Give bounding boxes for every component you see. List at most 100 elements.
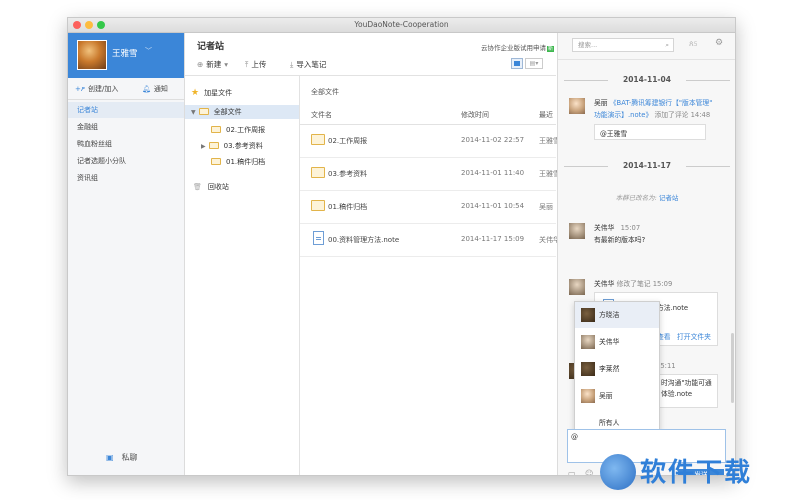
plus-circle-icon: ⊕: [197, 60, 204, 69]
tree-all-files[interactable]: ▼ 全部文件: [185, 105, 299, 119]
tree-folder[interactable]: ▶ 03.参考资料: [201, 139, 263, 153]
column-last[interactable]: 最近: [539, 110, 553, 120]
mention-option[interactable]: 李莱然: [575, 356, 659, 382]
sidebar-item-group[interactable]: 记者选题小分队: [68, 153, 184, 169]
profile-header[interactable]: 王雅雪 ﹀: [68, 33, 184, 78]
trash-icon: 🗑︎: [193, 183, 202, 191]
chat-panel: 搜索... ⌕ ጰ5 ⚙ 2014-11-04 吴丽 《BAT-腾讯筹建银行【"版…: [557, 33, 735, 475]
screenshot-icon[interactable]: ▭: [568, 469, 576, 475]
search-icon[interactable]: ⌕: [665, 39, 669, 51]
tree-trash[interactable]: 🗑︎ 回收站: [193, 180, 229, 194]
watermark-logo-icon: [600, 454, 636, 490]
file-date: 2014-11-01 11:40: [461, 169, 525, 177]
breadcrumb[interactable]: 全部文件: [311, 87, 339, 97]
folder-icon: [198, 108, 209, 115]
chat-message: 吴丽 《BAT-腾讯筹建银行【"版本管理" 功能演示】.note》 添加了评论 …: [594, 97, 712, 121]
list-view-toggle[interactable]: [511, 58, 523, 69]
file-card-text: 时沟通"功能可通: [661, 379, 712, 387]
scrollbar[interactable]: [731, 333, 734, 403]
avatar: [581, 389, 595, 403]
gear-icon[interactable]: ⚙: [715, 38, 723, 48]
chat-message: 关伟华 修改了笔记 15:09: [594, 278, 672, 290]
sidebar-item-group[interactable]: 鸭血粉丝组: [68, 136, 184, 152]
sidebar-item-group[interactable]: 资讯组: [68, 170, 184, 186]
tree-folder-label: 02.工作周报: [226, 126, 266, 134]
group-name-link[interactable]: 记者站: [659, 194, 679, 202]
avatar: [581, 335, 595, 349]
column-modified[interactable]: 修改时间: [461, 110, 489, 120]
avatar[interactable]: [569, 98, 585, 114]
notify-label: 通知: [153, 85, 168, 93]
avatar[interactable]: [569, 279, 585, 295]
mention-name: 李莱然: [599, 365, 620, 373]
folder-icon: [211, 126, 221, 133]
table-row[interactable]: 01.稿件归档 2014-11-01 10:54 吴丽: [300, 191, 556, 224]
file-name: 03.参考资料: [328, 170, 368, 178]
table-row[interactable]: 03.参考资料 2014-11-01 11:40 王雅雪: [300, 158, 560, 191]
import-label: 导入笔记: [296, 60, 327, 69]
bell-icon: 🔔︎: [142, 85, 151, 93]
sidebar-actions: +ዖ 创建/加入 🔔︎ 通知: [68, 79, 184, 100]
avatar: [581, 308, 595, 322]
sender-name[interactable]: 关伟华: [594, 280, 614, 288]
mention-dropdown: 方晓洁 关伟华 李莱然 吴丽 所有人: [574, 301, 660, 439]
chat-message: 关伟华 15:07 有最新的版本吗?: [594, 222, 645, 246]
sidebar-item-group[interactable]: 金融组: [68, 119, 184, 135]
file-card[interactable]: 时沟通"功能可通 体验.note: [656, 374, 718, 408]
open-folder-link[interactable]: 打开文件夹: [677, 331, 711, 341]
tree-starred[interactable]: ★ 加星文件: [191, 86, 232, 100]
sidebar-item-group[interactable]: 记者站: [68, 102, 184, 118]
mention-option[interactable]: 方晓洁: [575, 302, 659, 328]
divider: [558, 59, 735, 60]
message-time: 15:09: [652, 280, 673, 288]
create-join-button[interactable]: +ዖ 创建/加入: [75, 84, 118, 94]
mention-option[interactable]: 关伟华: [575, 329, 659, 355]
tree-trash-label: 回收站: [207, 183, 229, 191]
avatar[interactable]: [77, 40, 107, 70]
user-name[interactable]: 王雅雪: [112, 47, 138, 59]
expand-caret-icon[interactable]: ▶: [201, 143, 206, 150]
expand-caret-icon[interactable]: ▼: [191, 109, 196, 116]
message-input-value: @: [571, 433, 578, 441]
enterprise-trial-link[interactable]: 云协作企业版试用申请新: [481, 42, 555, 52]
table-row[interactable]: 02.工作周报 2014-11-02 22:57 王雅雪: [300, 125, 560, 158]
column-name[interactable]: 文件名: [311, 110, 332, 120]
notify-button[interactable]: 🔔︎ 通知: [142, 84, 168, 94]
new-button[interactable]: ⊕ 新建 ▾: [197, 59, 231, 70]
sender-name[interactable]: 关伟华: [594, 224, 614, 232]
upload-button[interactable]: ⤒ 上传: [245, 59, 266, 70]
private-chat-label: 私聊: [121, 453, 138, 462]
dropdown-arrow-icon: ▾: [224, 60, 229, 69]
search-input[interactable]: 搜索... ⌕: [572, 38, 674, 52]
folder-icon: [208, 142, 219, 149]
file-name: 01.稿件归档: [328, 203, 368, 211]
emoji-icon[interactable]: ☺: [585, 469, 593, 475]
sender-name[interactable]: 吴丽: [594, 99, 608, 107]
members-button[interactable]: ጰ5: [689, 39, 698, 49]
create-join-label: 创建/加入: [87, 85, 119, 93]
tree-folder[interactable]: 01.稿件归档: [211, 155, 265, 169]
tree-folder[interactable]: 02.工作周报: [211, 123, 265, 137]
tree-folder-label: 01.稿件归档: [226, 158, 266, 166]
import-button[interactable]: ⤓ 导入笔记: [290, 59, 326, 70]
private-chat-button[interactable]: ▣ 私聊: [106, 452, 138, 463]
promo-label: 云协作企业版试用申请: [481, 44, 546, 52]
message-action: 修改了笔记: [616, 280, 651, 288]
file-date: 2014-11-01 10:54: [461, 202, 525, 210]
chevron-down-icon[interactable]: ﹀: [145, 46, 152, 56]
mention-name: 方晓洁: [599, 311, 620, 319]
grid-view-toggle[interactable]: ▤▾: [525, 58, 543, 69]
system-notice: 本群已改名为: 记者站: [558, 192, 735, 202]
new-label: 新建: [206, 60, 222, 69]
mention-option[interactable]: 吴丽: [575, 383, 659, 409]
comment-text: @王雅雪: [600, 130, 628, 138]
note-link[interactable]: 《BAT-腾讯筹建银行【"版本管理": [610, 99, 713, 107]
window-title: YouDaoNote-Cooperation: [354, 20, 449, 29]
list-header: 文件名 修改时间 最近: [300, 104, 556, 125]
add-group-icon: +ዖ: [75, 85, 85, 93]
comment-card[interactable]: @王雅雪: [594, 124, 706, 140]
avatar[interactable]: [569, 223, 585, 239]
mention-name: 关伟华: [599, 338, 620, 346]
note-link[interactable]: 功能演示】.note》: [594, 111, 652, 119]
table-row[interactable]: 00.资料管理方法.note 2014-11-17 15:09 关伟华: [300, 224, 560, 257]
